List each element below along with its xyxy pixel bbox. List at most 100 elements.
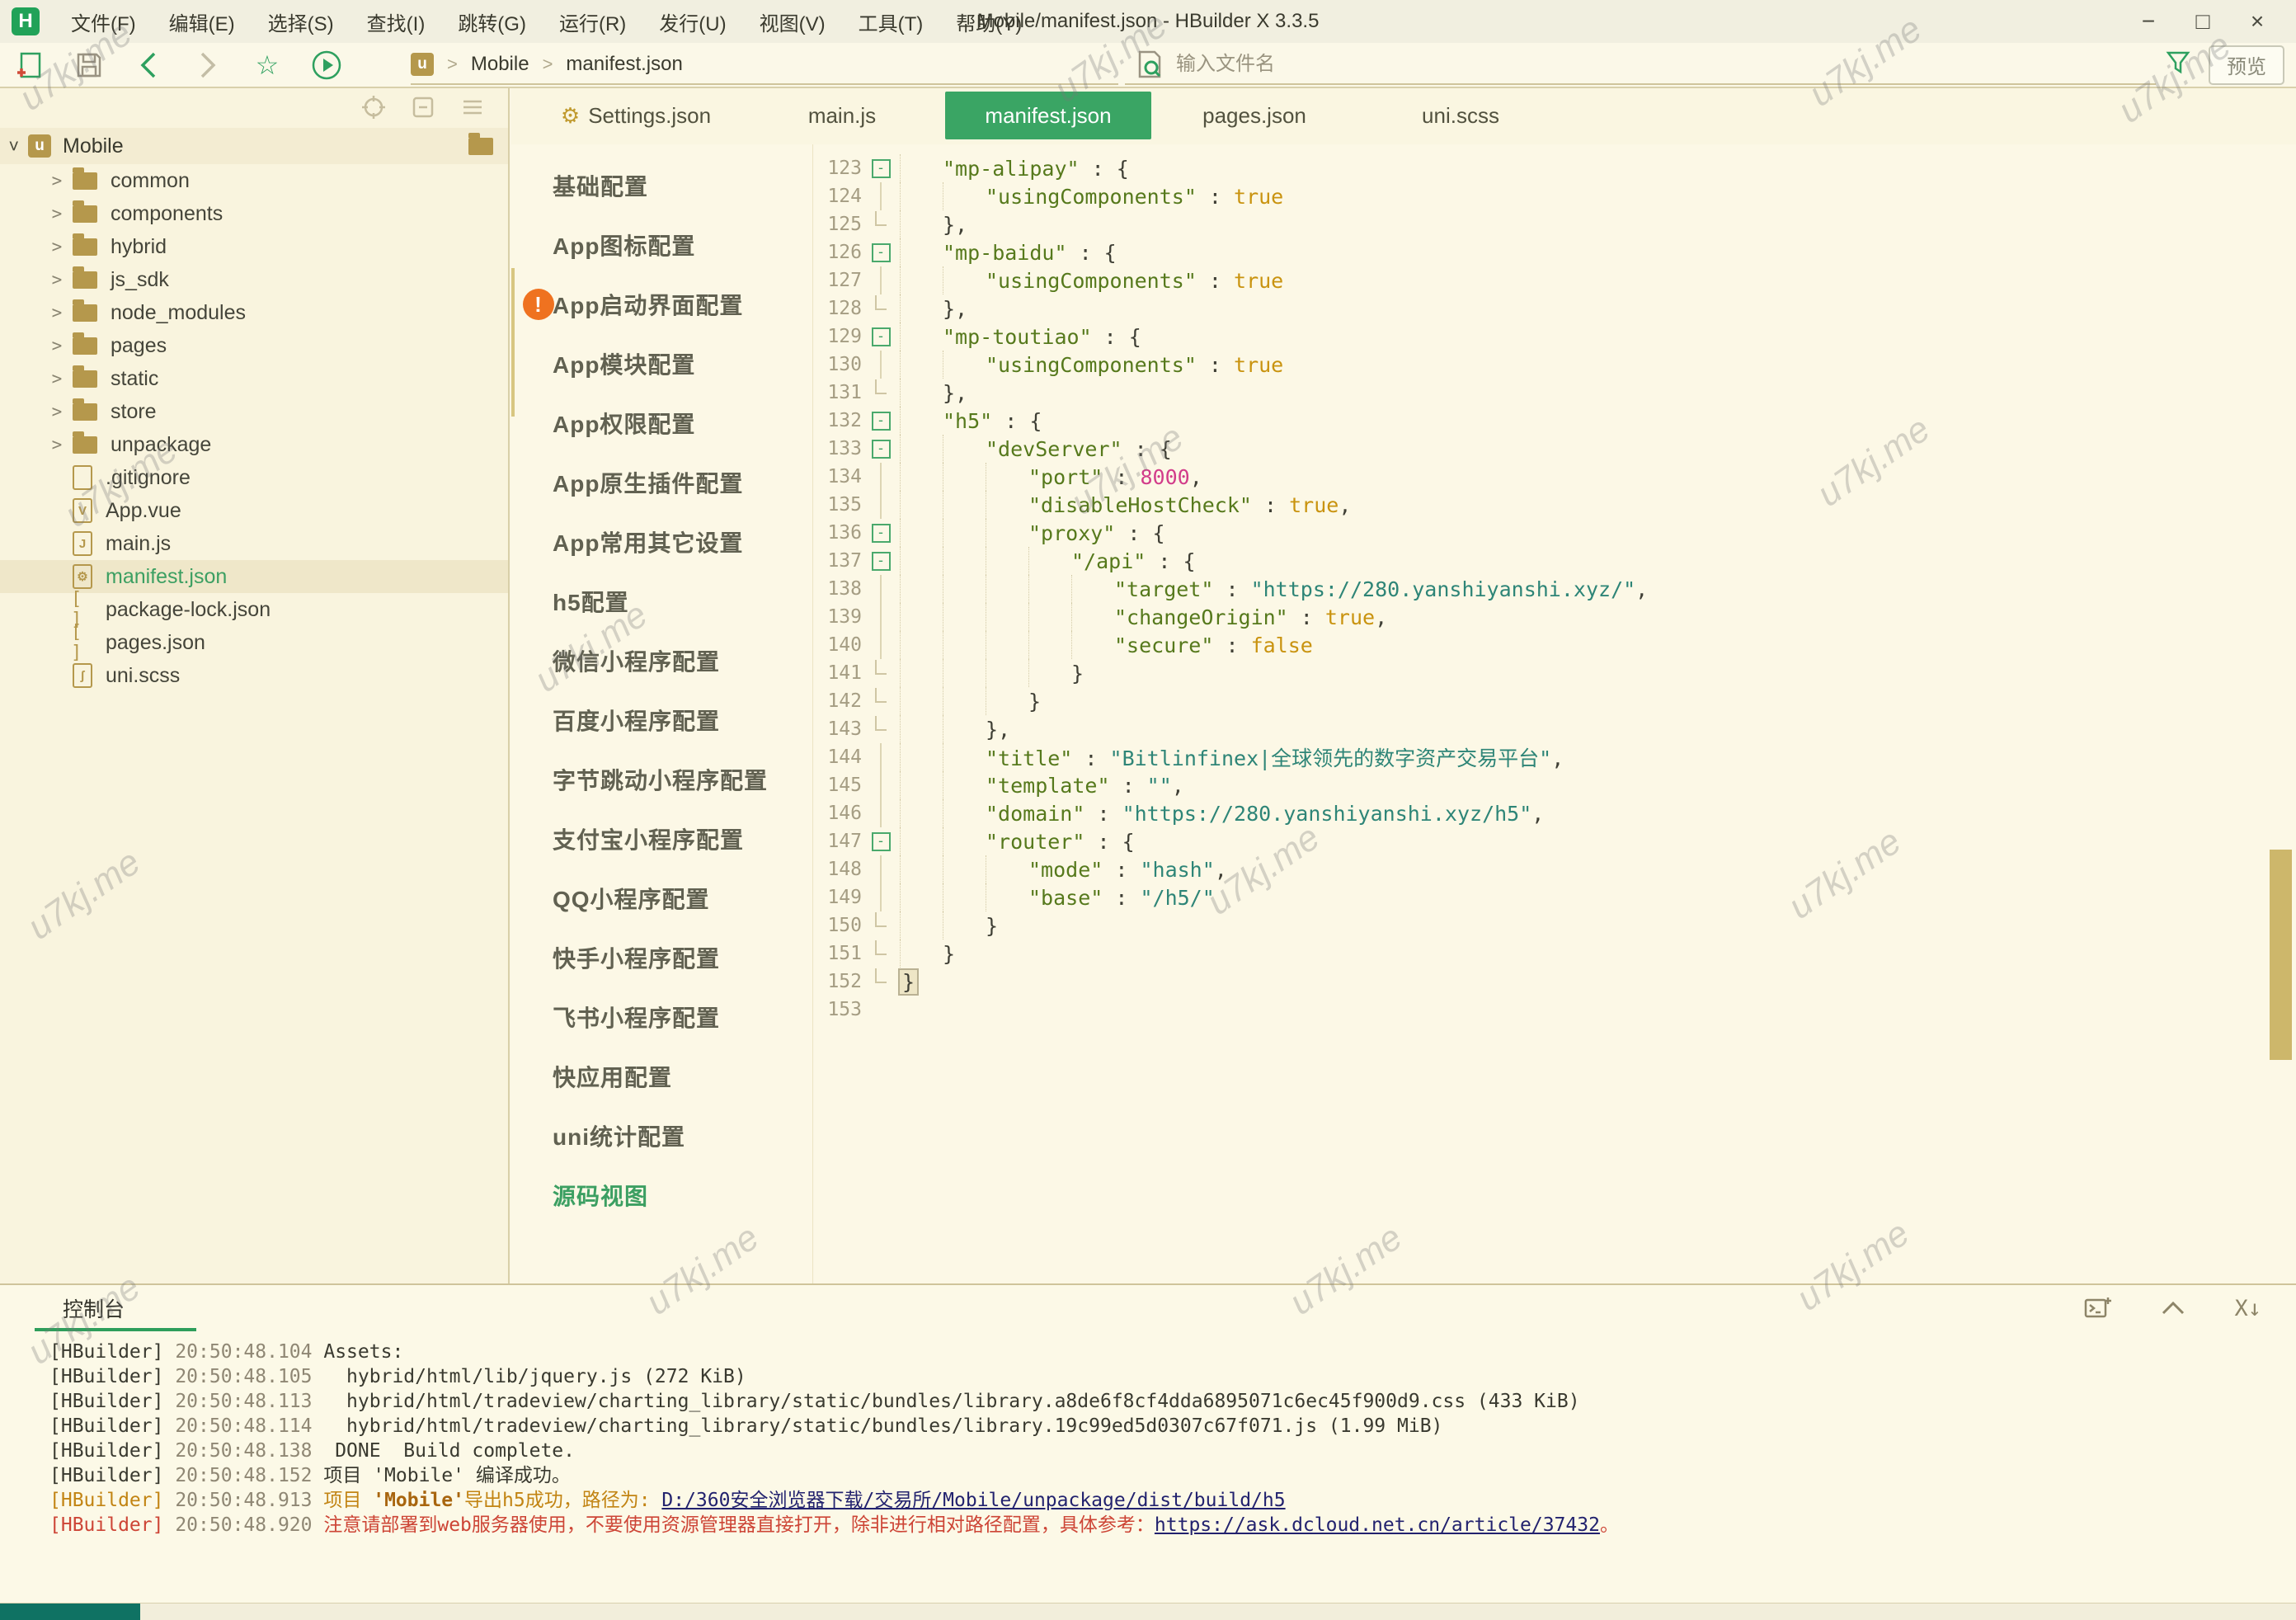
- console-text: 项目 'Mobile' 编译成功。: [323, 1465, 570, 1486]
- config-section-QQ小程序配置[interactable]: QQ小程序配置: [511, 869, 812, 928]
- forward-button[interactable]: [178, 45, 238, 85]
- menu-item[interactable]: 运行(R): [543, 7, 642, 36]
- tree-item-root[interactable]: > u Mobile: [0, 128, 508, 164]
- maximize-icon[interactable]: □: [2176, 3, 2230, 40]
- config-section-快应用配置[interactable]: 快应用配置: [511, 1047, 812, 1106]
- chevron-right-icon[interactable]: >: [43, 303, 71, 323]
- back-button[interactable]: [119, 45, 178, 85]
- line-number: 148: [814, 859, 862, 880]
- menu-item[interactable]: 视图(V): [743, 7, 842, 36]
- tree-item-components[interactable]: >components: [0, 197, 508, 230]
- tab-manifest.json[interactable]: manifest.json: [945, 92, 1151, 139]
- tree-item-package-lock.json[interactable]: >[ ]package-lock.json: [0, 593, 508, 626]
- fold-icon[interactable]: -: [872, 412, 891, 431]
- tree-item-App.vue[interactable]: >VApp.vue: [0, 494, 508, 527]
- chevron-right-icon[interactable]: >: [43, 270, 71, 290]
- console-link[interactable]: D:/360安全浏览器下载/交易所/Mobile/unpackage/dist/…: [661, 1490, 1285, 1511]
- fold-icon[interactable]: -: [872, 552, 891, 571]
- run-button[interactable]: [297, 45, 356, 85]
- breadcrumb-file[interactable]: manifest.json: [566, 53, 682, 76]
- tab-main.js[interactable]: main.js: [739, 92, 945, 139]
- tree-item-store[interactable]: >store: [0, 395, 508, 428]
- close-icon[interactable]: ×: [2230, 3, 2284, 40]
- tree-item-static[interactable]: >static: [0, 362, 508, 395]
- tree-item-hybrid[interactable]: >hybrid: [0, 230, 508, 263]
- config-section-App图标配置[interactable]: App图标配置: [511, 215, 812, 275]
- breadcrumb-project[interactable]: Mobile: [471, 53, 529, 76]
- chevron-down-icon[interactable]: >: [4, 132, 24, 160]
- collapse-panel-icon[interactable]: [2160, 1298, 2186, 1318]
- editor-scrollbar[interactable]: [2270, 850, 2292, 1060]
- fold-icon[interactable]: -: [872, 440, 891, 459]
- search-input[interactable]: [1174, 52, 1755, 77]
- tree-item-uni.scss[interactable]: >ʃuni.scss: [0, 659, 508, 692]
- tree-item-main.js[interactable]: >Jmain.js: [0, 527, 508, 560]
- tree-item-manifest.json[interactable]: >⚙manifest.json: [0, 560, 508, 593]
- chevron-right-icon[interactable]: >: [43, 369, 71, 389]
- tab-uni.scss[interactable]: uni.scss: [1357, 92, 1564, 139]
- config-section-h5配置[interactable]: h5配置: [511, 572, 812, 631]
- fold-icon[interactable]: -: [872, 159, 891, 178]
- tab-pages.json[interactable]: pages.json: [1151, 92, 1357, 139]
- locate-file-icon[interactable]: [361, 95, 386, 120]
- config-section-源码视图[interactable]: 源码视图: [511, 1166, 812, 1225]
- clear-console-icon[interactable]: X↓: [2234, 1296, 2261, 1321]
- minimize-icon[interactable]: −: [2121, 3, 2176, 40]
- tab-Settings.json[interactable]: ⚙Settings.json: [533, 92, 739, 139]
- chevron-right-icon[interactable]: >: [43, 171, 71, 191]
- config-section-飞书小程序配置[interactable]: 飞书小程序配置: [511, 987, 812, 1047]
- chevron-right-icon[interactable]: >: [43, 402, 71, 421]
- fold-icon[interactable]: -: [872, 243, 891, 262]
- new-file-button[interactable]: [0, 45, 59, 85]
- fold-icon[interactable]: -: [872, 832, 891, 851]
- menu-item[interactable]: 文件(F): [54, 7, 153, 36]
- menu-item[interactable]: 编辑(E): [153, 7, 252, 36]
- config-section-微信小程序配置[interactable]: 微信小程序配置: [511, 631, 812, 690]
- tab-console[interactable]: 控制台: [63, 1293, 125, 1323]
- tree-item-common[interactable]: >common: [0, 164, 508, 197]
- menu-item[interactable]: 工具(T): [842, 7, 940, 36]
- fold-icon[interactable]: -: [872, 524, 891, 543]
- tree-item-pages.json[interactable]: >[ ]pages.json: [0, 626, 508, 659]
- menu-item[interactable]: 跳转(G): [441, 7, 543, 36]
- config-section-百度小程序配置[interactable]: 百度小程序配置: [511, 690, 812, 750]
- new-terminal-icon[interactable]: [2084, 1296, 2112, 1321]
- config-section-基础配置[interactable]: 基础配置: [511, 156, 812, 215]
- menu-item[interactable]: 发行(U): [642, 7, 742, 36]
- code-editor[interactable]: 123-"mp-alipay" : {124"usingComponents" …: [814, 144, 2296, 1283]
- tree-item-js_sdk[interactable]: > js_sdk: [0, 263, 508, 296]
- config-section-App原生插件配置[interactable]: App原生插件配置: [511, 453, 812, 512]
- save-button[interactable]: [59, 45, 119, 85]
- config-section-App模块配置[interactable]: App模块配置: [511, 334, 812, 393]
- preview-button[interactable]: 预览: [2209, 45, 2284, 85]
- favorite-button[interactable]: ☆: [238, 45, 297, 85]
- config-section-App启动界面配置[interactable]: !App启动界面配置: [511, 275, 812, 334]
- tab-label: manifest.json: [985, 103, 1111, 129]
- section-label: 飞书小程序配置: [553, 1001, 720, 1034]
- fold-icon[interactable]: -: [872, 327, 891, 346]
- menu-icon[interactable]: [460, 95, 485, 120]
- console-link[interactable]: https://ask.dcloud.net.cn/article/37432: [1155, 1514, 1600, 1536]
- tree-item-unpackage[interactable]: >unpackage: [0, 428, 508, 461]
- collapse-all-icon[interactable]: [411, 95, 435, 120]
- menu-item[interactable]: 选择(S): [252, 7, 351, 36]
- fold-gutter: [862, 603, 900, 631]
- config-section-支付宝小程序配置[interactable]: 支付宝小程序配置: [511, 809, 812, 869]
- tree-item-pages[interactable]: >pages: [0, 329, 508, 362]
- tree-item-.gitignore[interactable]: >.gitignore: [0, 461, 508, 494]
- config-section-字节跳动小程序配置[interactable]: 字节跳动小程序配置: [511, 750, 812, 809]
- config-section-快手小程序配置[interactable]: 快手小程序配置: [511, 928, 812, 987]
- chevron-right-icon[interactable]: >: [43, 435, 71, 454]
- chevron-right-icon[interactable]: >: [43, 237, 71, 257]
- indent-guide: [900, 799, 943, 827]
- config-section-App常用其它设置[interactable]: App常用其它设置: [511, 512, 812, 572]
- tree-item-node_modules[interactable]: >node_modules: [0, 296, 508, 329]
- config-section-App权限配置[interactable]: App权限配置: [511, 393, 812, 453]
- code-line: 139"changeOrigin" : true,: [814, 603, 2296, 631]
- menu-item[interactable]: 查找(I): [351, 7, 442, 36]
- tree-item-label: js_sdk: [111, 268, 169, 292]
- config-section-uni统计配置[interactable]: uni统计配置: [511, 1106, 812, 1166]
- chevron-right-icon[interactable]: >: [43, 336, 71, 356]
- chevron-right-icon[interactable]: >: [43, 204, 71, 224]
- filter-button[interactable]: [2166, 50, 2190, 79]
